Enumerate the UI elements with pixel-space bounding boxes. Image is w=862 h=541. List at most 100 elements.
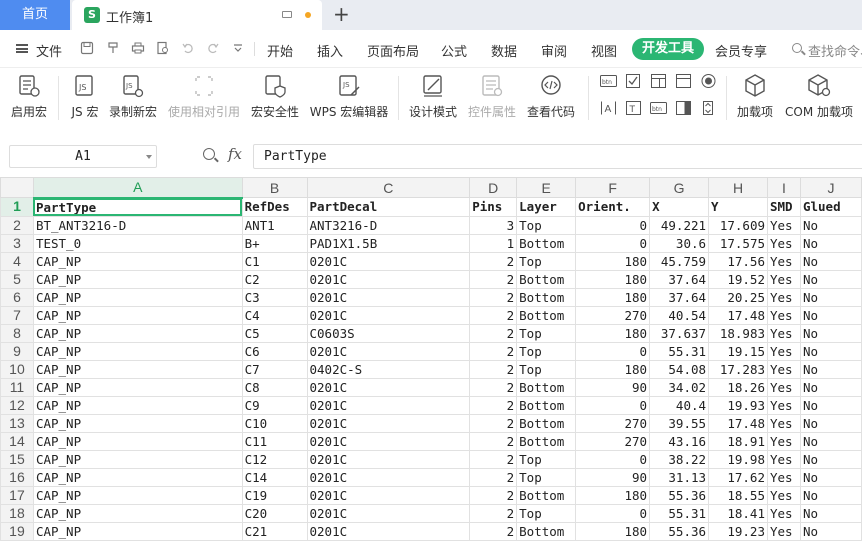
option-button-control-icon[interactable] bbox=[700, 73, 717, 89]
cell-d4[interactable]: 2 bbox=[469, 251, 518, 271]
cell-c10[interactable]: 0402C-S bbox=[306, 359, 471, 379]
cell-h17[interactable]: 18.55 bbox=[708, 485, 768, 505]
cell-i10[interactable]: Yes bbox=[767, 359, 801, 379]
macro-security-button[interactable]: 宏安全性 bbox=[248, 71, 302, 127]
cell-j2[interactable]: No bbox=[799, 215, 862, 235]
cell-i4[interactable]: Yes bbox=[767, 251, 801, 271]
cell-i19[interactable]: Yes bbox=[767, 521, 801, 541]
cell-g12[interactable]: 40.4 bbox=[649, 395, 710, 415]
cell-d1[interactable]: Pins bbox=[469, 197, 518, 217]
column-header-g[interactable]: G bbox=[649, 177, 710, 198]
cell-c3[interactable]: PAD1X1.5B bbox=[306, 233, 471, 253]
column-header-h[interactable]: H bbox=[708, 177, 768, 198]
cell-j4[interactable]: No bbox=[799, 251, 862, 271]
cell-a5[interactable]: CAP_NP bbox=[32, 269, 243, 289]
cell-f17[interactable]: 180 bbox=[575, 485, 651, 505]
cell-a11[interactable]: CAP_NP bbox=[32, 377, 243, 397]
cell-a10[interactable]: CAP_NP bbox=[32, 359, 243, 379]
cell-e16[interactable]: Top bbox=[516, 467, 577, 487]
cell-g8[interactable]: 37.637 bbox=[649, 323, 710, 343]
cell-f5[interactable]: 180 bbox=[575, 269, 651, 289]
cell-h7[interactable]: 17.48 bbox=[708, 305, 768, 325]
search-icon[interactable] bbox=[792, 43, 802, 53]
cell-j16[interactable]: No bbox=[799, 467, 862, 487]
cell-j3[interactable]: No bbox=[799, 233, 862, 253]
cell-d11[interactable]: 2 bbox=[469, 377, 518, 397]
cell-g6[interactable]: 37.64 bbox=[649, 287, 710, 307]
cell-c8[interactable]: C0603S bbox=[306, 323, 471, 343]
cell-b11[interactable]: C8 bbox=[241, 377, 308, 397]
column-header-a[interactable]: A bbox=[32, 177, 243, 199]
cell-d7[interactable]: 2 bbox=[469, 305, 518, 325]
cell-f14[interactable]: 270 bbox=[575, 431, 651, 451]
document-tab[interactable]: S 工作簿1 bbox=[72, 0, 322, 30]
fx-icon[interactable]: fx bbox=[228, 145, 242, 163]
undo-icon[interactable] bbox=[181, 41, 195, 55]
cell-h14[interactable]: 18.91 bbox=[708, 431, 768, 451]
cell-h9[interactable]: 19.15 bbox=[708, 341, 768, 361]
cell-h2[interactable]: 17.609 bbox=[708, 215, 768, 235]
cell-a4[interactable]: CAP_NP bbox=[32, 251, 243, 271]
cell-i12[interactable]: Yes bbox=[767, 395, 801, 415]
cell-i9[interactable]: Yes bbox=[767, 341, 801, 361]
cell-h16[interactable]: 17.62 bbox=[708, 467, 768, 487]
row-header[interactable]: 2 bbox=[0, 215, 34, 235]
cell-c11[interactable]: 0201C bbox=[306, 377, 471, 397]
cell-j15[interactable]: No bbox=[799, 449, 862, 469]
select-all-corner[interactable] bbox=[0, 177, 34, 198]
row-header[interactable]: 17 bbox=[0, 485, 34, 505]
cell-e7[interactable]: Bottom bbox=[516, 305, 577, 325]
cell-h11[interactable]: 18.26 bbox=[708, 377, 768, 397]
monitor-icon[interactable] bbox=[282, 11, 292, 18]
cell-a6[interactable]: CAP_NP bbox=[32, 287, 243, 307]
cell-b5[interactable]: C2 bbox=[241, 269, 308, 289]
cell-b10[interactable]: C7 bbox=[241, 359, 308, 379]
cell-e14[interactable]: Bottom bbox=[516, 431, 577, 451]
cell-h3[interactable]: 17.575 bbox=[708, 233, 768, 253]
cell-i17[interactable]: Yes bbox=[767, 485, 801, 505]
cell-e8[interactable]: Top bbox=[516, 323, 577, 343]
cell-i1[interactable]: SMD bbox=[767, 197, 801, 217]
scrollbar-control-icon[interactable] bbox=[675, 100, 692, 116]
cell-b6[interactable]: C3 bbox=[241, 287, 308, 307]
cell-f11[interactable]: 90 bbox=[575, 377, 651, 397]
tab-home[interactable]: 开始 bbox=[267, 41, 293, 60]
cell-i7[interactable]: Yes bbox=[767, 305, 801, 325]
column-header-b[interactable]: B bbox=[241, 177, 308, 198]
cell-f13[interactable]: 270 bbox=[575, 413, 651, 433]
cell-e12[interactable]: Bottom bbox=[516, 395, 577, 415]
new-tab-button[interactable]: + bbox=[333, 3, 350, 25]
cell-e18[interactable]: Top bbox=[516, 503, 577, 523]
tab-review[interactable]: 审阅 bbox=[541, 41, 567, 60]
cell-a1[interactable]: PartType bbox=[32, 197, 243, 217]
addins-button[interactable]: 加载项 bbox=[732, 71, 778, 127]
cell-c1[interactable]: PartDecal bbox=[306, 197, 471, 217]
cell-f19[interactable]: 180 bbox=[575, 521, 651, 541]
cell-f7[interactable]: 270 bbox=[575, 305, 651, 325]
cell-a16[interactable]: CAP_NP bbox=[32, 467, 243, 487]
column-header-d[interactable]: D bbox=[469, 177, 518, 198]
label-control-icon[interactable]: A bbox=[600, 100, 617, 116]
row-header[interactable]: 8 bbox=[0, 323, 34, 343]
cell-c7[interactable]: 0201C bbox=[306, 305, 471, 325]
cell-d17[interactable]: 2 bbox=[469, 485, 518, 505]
cell-f18[interactable]: 0 bbox=[575, 503, 651, 523]
cell-d18[interactable]: 2 bbox=[469, 503, 518, 523]
cell-a13[interactable]: CAP_NP bbox=[32, 413, 243, 433]
row-header[interactable]: 1 bbox=[0, 197, 34, 217]
column-header-f[interactable]: F bbox=[575, 177, 651, 198]
cell-d13[interactable]: 2 bbox=[469, 413, 518, 433]
cell-j10[interactable]: No bbox=[799, 359, 862, 379]
cell-c9[interactable]: 0201C bbox=[306, 341, 471, 361]
row-header[interactable]: 7 bbox=[0, 305, 34, 325]
cell-b14[interactable]: C11 bbox=[241, 431, 308, 451]
cell-b8[interactable]: C5 bbox=[241, 323, 308, 343]
cell-d15[interactable]: 2 bbox=[469, 449, 518, 469]
cell-j11[interactable]: No bbox=[799, 377, 862, 397]
print-preview-icon[interactable] bbox=[156, 41, 170, 55]
cell-e19[interactable]: Bottom bbox=[516, 521, 577, 541]
view-code-button[interactable]: 查看代码 bbox=[524, 71, 578, 127]
cell-g1[interactable]: X bbox=[649, 197, 710, 217]
cell-e2[interactable]: Top bbox=[516, 215, 577, 235]
cell-c19[interactable]: 0201C bbox=[306, 521, 471, 541]
